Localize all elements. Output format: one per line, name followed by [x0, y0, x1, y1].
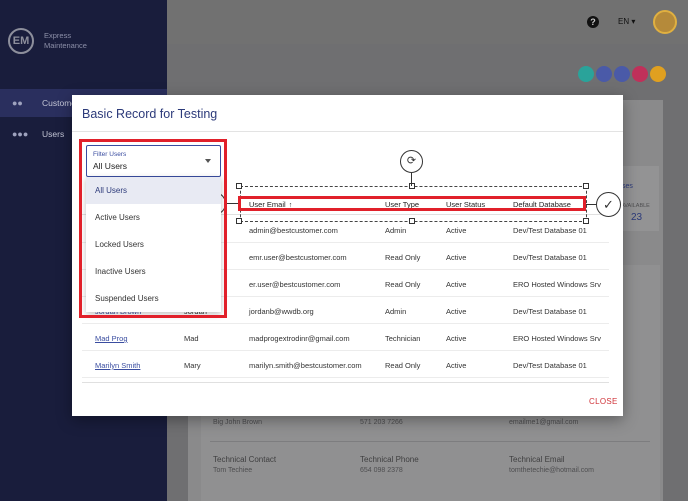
brand-line-1: Express	[44, 31, 72, 40]
resize-handle[interactable]	[409, 218, 415, 224]
resize-handle[interactable]	[236, 218, 242, 224]
help-icon[interactable]: ?	[587, 16, 599, 28]
technical-contact-label: Technical Contact	[213, 455, 277, 464]
cell-status: Active	[446, 280, 467, 289]
available-label: AVAILABLE	[621, 203, 650, 209]
technical-email-label: Technical Email	[509, 455, 565, 464]
table-row[interactable]: Marilyn Smith Mary marilyn.smith@bestcus…	[82, 351, 609, 378]
edit-icon[interactable]	[650, 66, 666, 82]
cell-status: Active	[446, 253, 467, 262]
cell-type: Read Only	[385, 280, 421, 289]
cell-email: er.user@bestcustomer.com	[249, 280, 341, 289]
database-icon[interactable]	[578, 66, 594, 82]
cell-status: Active	[446, 307, 467, 316]
rotate-stem	[411, 173, 412, 186]
action-buttons	[576, 66, 666, 82]
language-selector[interactable]: EN ▾	[618, 17, 635, 26]
people-icon: ●●	[12, 98, 23, 108]
sidebar-item-label: Users	[42, 129, 65, 139]
cell-email: madprogextrodinr@gmail.com	[249, 334, 350, 343]
primary-contact-value: Big John Brown	[213, 419, 263, 426]
cell-status: Active	[446, 361, 467, 370]
resize-handle[interactable]	[236, 183, 242, 189]
cell-database: Dev/Test Database 01	[513, 226, 587, 235]
cell-email: admin@bestcustomer.com	[249, 226, 338, 235]
group-icon: ●●●	[12, 129, 29, 139]
filter-highlight-box	[79, 139, 227, 318]
cell-type: Read Only	[385, 253, 421, 262]
technical-contact-value: Tom Techiee	[213, 467, 253, 474]
cell-database: Dev/Test Database 01	[513, 253, 587, 262]
cell-email: jordanb@wwdb.org	[249, 307, 314, 316]
cell-email: marilyn.smith@bestcustomer.com	[249, 361, 362, 370]
resize-handle[interactable]	[583, 183, 589, 189]
technical-phone-label: Technical Phone	[360, 455, 419, 464]
cell-name-link[interactable]: Marilyn Smith	[95, 361, 140, 370]
cell-database: ERO Hosted Windows Srv	[513, 280, 601, 289]
check-icon[interactable]: ✓	[596, 192, 621, 217]
table-bottom-border	[82, 382, 609, 383]
connector-line	[226, 203, 238, 204]
sitemap-icon[interactable]	[632, 66, 648, 82]
cell-first-name: Mad	[184, 334, 199, 343]
dialog-title: Basic Record for Testing	[82, 107, 218, 121]
cell-database: Dev/Test Database 01	[513, 307, 587, 316]
rotate-icon[interactable]: ⟳	[400, 150, 423, 173]
resize-handle[interactable]	[583, 218, 589, 224]
close-button[interactable]: CLOSE	[589, 397, 618, 406]
cell-email: emr.user@bestcustomer.com	[249, 253, 347, 262]
cell-database: Dev/Test Database 01	[513, 361, 587, 370]
primary-phone-value: 571 203 7266	[360, 419, 403, 426]
cell-status: Active	[446, 226, 467, 235]
divider	[210, 441, 650, 442]
technical-phone-value: 654 098 2378	[360, 467, 403, 474]
brand-logo: EM	[8, 28, 34, 54]
group-add-icon[interactable]	[614, 66, 630, 82]
layers-icon[interactable]	[596, 66, 612, 82]
cell-type: Admin	[385, 307, 407, 316]
dialog-header: Basic Record for Testing	[72, 95, 623, 132]
cell-status: Active	[446, 334, 467, 343]
brand-line-2: Maintenance	[44, 41, 87, 50]
header-highlight-box	[238, 196, 586, 211]
table-row[interactable]: Mad Prog Mad madprogextrodinr@gmail.com …	[82, 324, 609, 351]
brand[interactable]: EM Express Maintenance	[8, 28, 87, 54]
cell-database: ERO Hosted Windows Srv	[513, 334, 601, 343]
resize-handle[interactable]	[409, 183, 415, 189]
available-value: 23	[631, 212, 643, 223]
technical-email-value: tomthetechie@hotmail.com	[509, 467, 594, 474]
primary-email-value: emailme1@gmail.com	[509, 419, 579, 426]
avatar[interactable]	[653, 10, 677, 34]
connector-line	[586, 204, 596, 205]
brand-name: Express Maintenance	[44, 31, 87, 51]
cell-type: Admin	[385, 226, 407, 235]
top-bar	[167, 0, 688, 44]
licenses-label: ses	[622, 183, 633, 190]
cell-type: Read Only	[385, 361, 421, 370]
cell-name-link[interactable]: Mad Prog	[95, 334, 128, 343]
cell-type: Technician	[385, 334, 421, 343]
cell-first-name: Mary	[184, 361, 201, 370]
